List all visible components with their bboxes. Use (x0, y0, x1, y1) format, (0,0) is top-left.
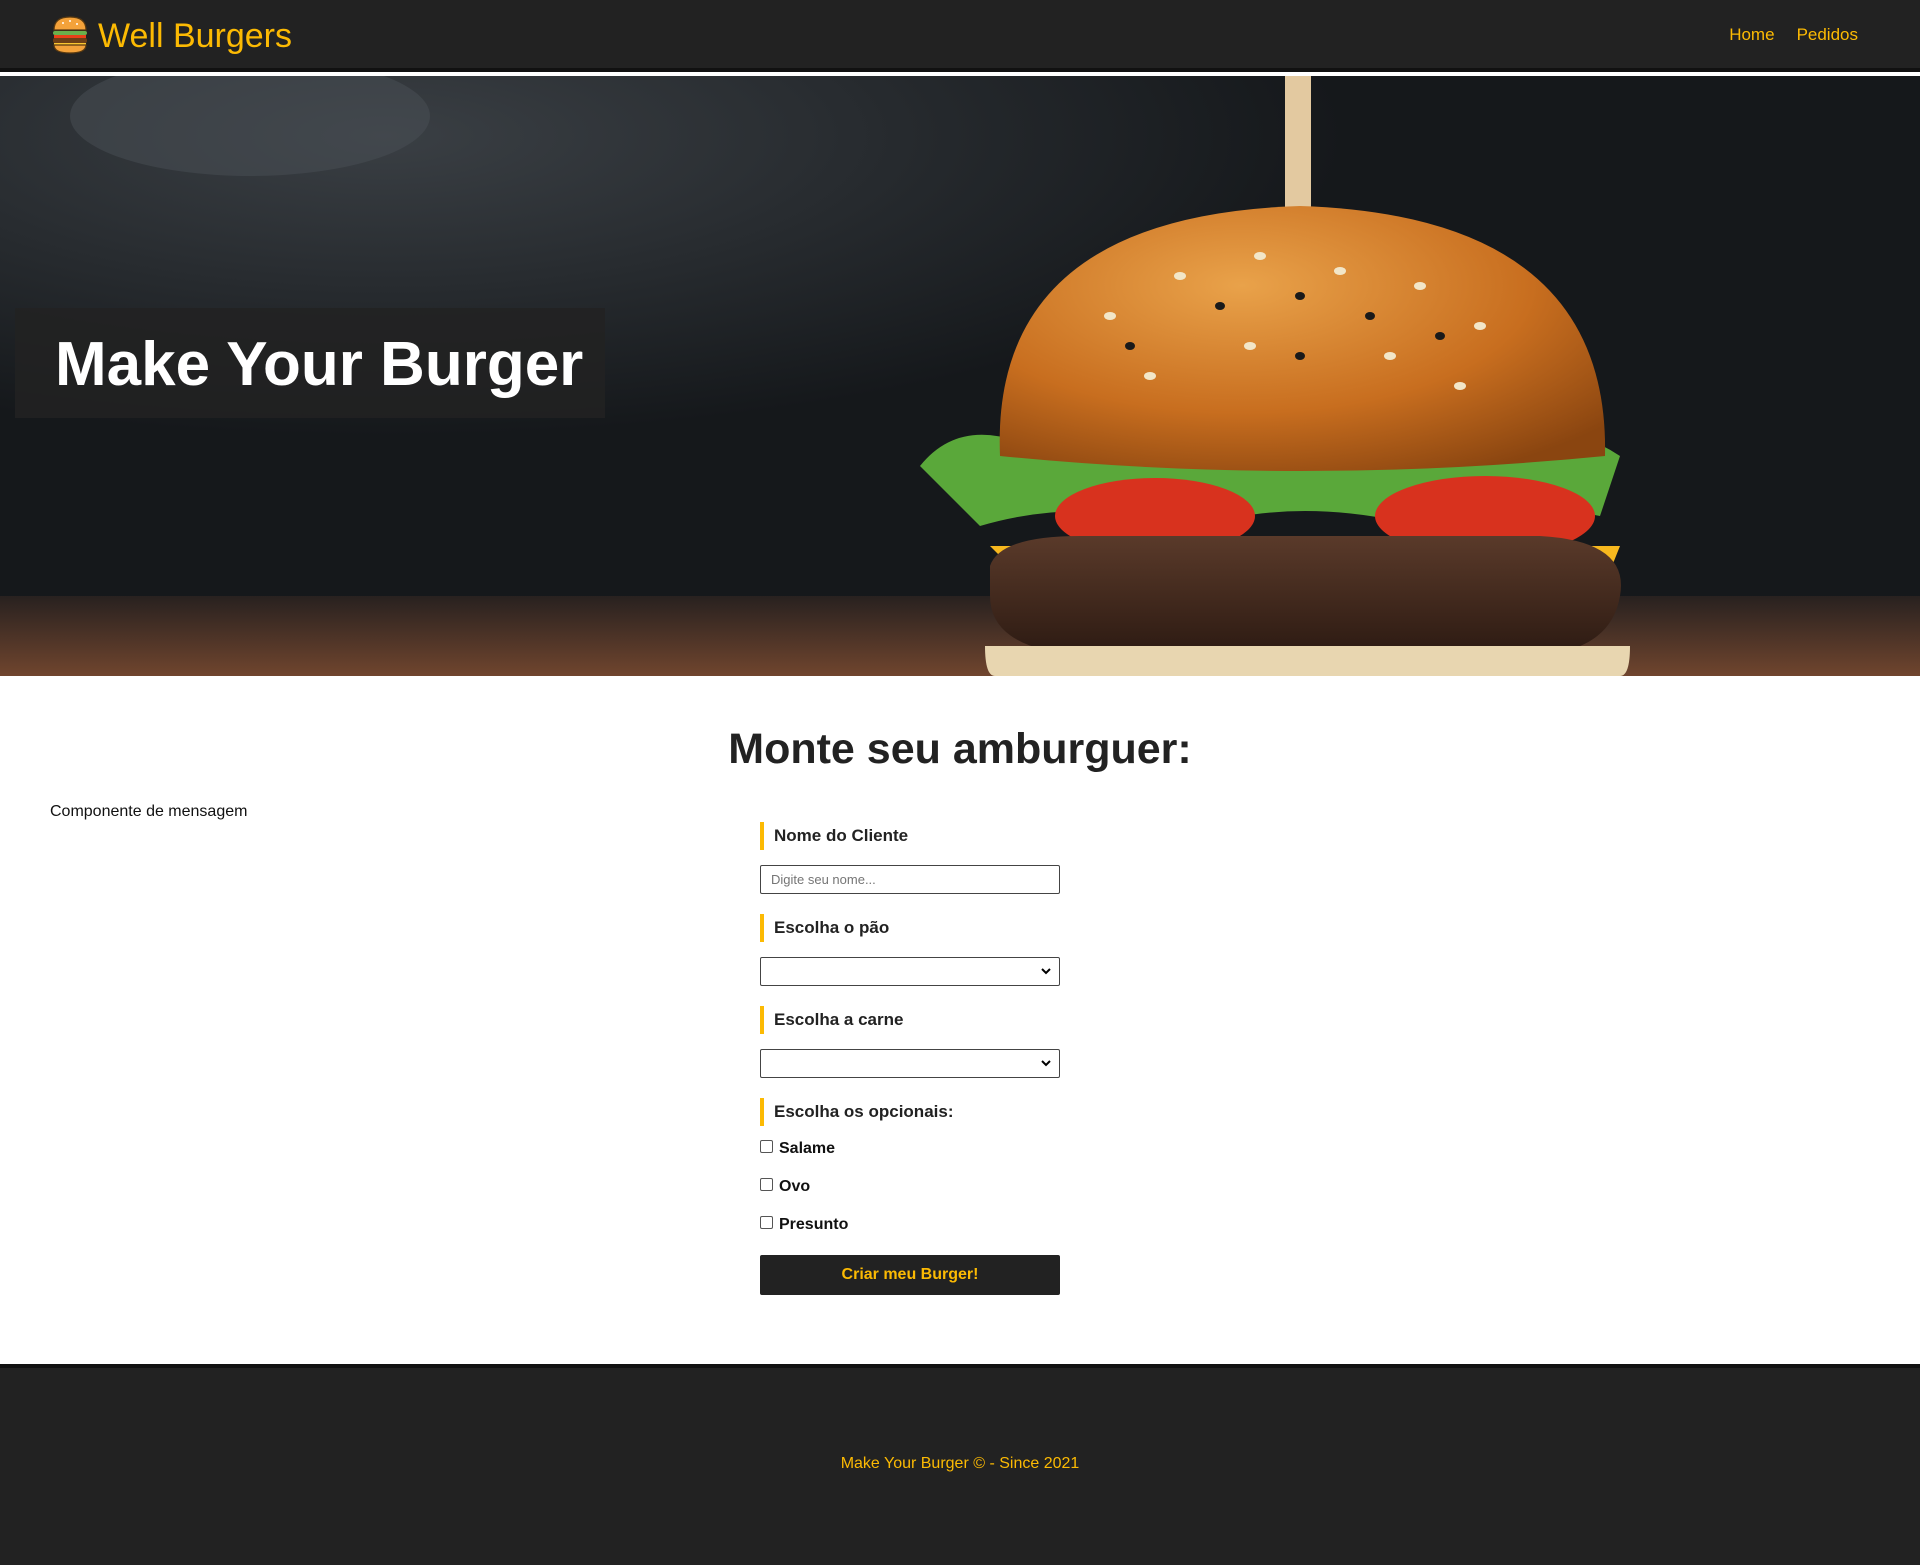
option-salame[interactable]: Salame (760, 1138, 835, 1160)
page-title: Monte seu amburguer: (728, 725, 1192, 773)
checkbox[interactable] (760, 1139, 773, 1153)
nav-link-pedidos[interactable]: Pedidos (1797, 24, 1858, 46)
brand-title[interactable]: Well Burgers (98, 14, 292, 58)
nav-link-home[interactable]: Home (1729, 24, 1774, 46)
hero-title-box: Make Your Burger (15, 308, 605, 418)
burger-icon[interactable] (51, 15, 89, 55)
option-label: Salame (779, 1140, 836, 1157)
bread-select[interactable] (760, 957, 1060, 986)
option-presunto[interactable]: Presunto (760, 1214, 848, 1236)
bread-label: Escolha o pão (760, 914, 889, 942)
option-ovo[interactable]: Ovo (760, 1176, 810, 1198)
meat-select[interactable] (760, 1049, 1060, 1078)
hero-banner: Make Your Burger (0, 76, 1920, 676)
option-label: Ovo (779, 1178, 811, 1195)
optionals-label: Escolha os opcionais: (760, 1098, 954, 1126)
name-input[interactable] (760, 865, 1060, 894)
footer-text: Make Your Burger © - Since 2021 (840, 1455, 1080, 1472)
checkbox[interactable] (760, 1177, 773, 1191)
option-label: Presunto (779, 1216, 849, 1233)
submit-button[interactable]: Criar meu Burger! (760, 1255, 1060, 1295)
chevron-down-icon (1041, 1060, 1051, 1067)
message-component: Componente de mensagem (50, 803, 248, 820)
footer: Make Your Burger © - Since 2021 (0, 1364, 1920, 1565)
navbar: Well Burgers Home Pedidos (0, 0, 1920, 72)
chevron-down-icon (1041, 968, 1051, 975)
hero-title: Make Your Burger (55, 330, 584, 399)
name-label: Nome do Cliente (760, 822, 908, 850)
checkbox[interactable] (760, 1215, 773, 1229)
meat-label: Escolha a carne (760, 1006, 903, 1034)
nav-links: Home Pedidos (1729, 24, 1858, 46)
